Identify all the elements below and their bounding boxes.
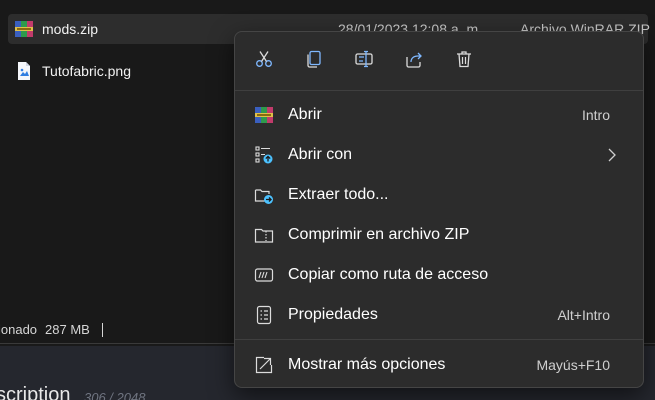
menu-item-abrir-con[interactable]: Abrir con — [240, 137, 638, 173]
menu-item-label: Abrir — [288, 106, 322, 123]
image-file-icon — [14, 61, 34, 81]
rename-icon — [354, 49, 374, 74]
status-size: 287 MB — [45, 322, 90, 337]
rename-button[interactable] — [349, 46, 379, 76]
menu-item-comprimir-zip[interactable]: Comprimir en archivo ZIP — [240, 217, 638, 253]
delete-icon — [454, 49, 474, 74]
chevron-right-icon — [606, 147, 618, 163]
menu-item-label: Mostrar más opciones — [288, 356, 446, 373]
zip-folder-icon — [254, 225, 274, 245]
description-label: scription — [0, 384, 71, 400]
copy-button[interactable] — [299, 46, 329, 76]
copy-path-icon — [254, 265, 274, 285]
quick-actions-bar — [235, 32, 643, 88]
extract-folder-icon — [254, 185, 274, 205]
file-row-tutofabric[interactable]: Tutofabric.png — [8, 56, 131, 86]
menu-item-label: Copiar como ruta de acceso — [288, 266, 489, 283]
menu-item-shortcut: Intro — [581, 107, 610, 123]
menu-item-shortcut: Alt+Intro — [557, 307, 610, 323]
menu-item-extraer-todo[interactable]: Extraer todo... — [240, 177, 638, 213]
copy-icon — [304, 49, 324, 74]
file-name: mods.zip — [42, 21, 99, 37]
share-icon — [404, 49, 424, 74]
more-options-icon — [254, 355, 274, 375]
menu-divider — [235, 339, 643, 340]
cut-icon — [254, 49, 274, 74]
desktop-screen: mods.zip 28/01/2023 12:08 a. m. Archivo … — [0, 0, 655, 400]
menu-item-label: Abrir con — [288, 146, 353, 163]
winrar-icon — [254, 105, 274, 125]
share-button[interactable] — [399, 46, 429, 76]
status-separator — [101, 322, 103, 337]
menu-item-label: Extraer todo... — [288, 186, 389, 203]
menu-item-shortcut: Mayús+F10 — [536, 357, 610, 373]
cut-button[interactable] — [249, 46, 279, 76]
menu-item-label: Comprimir en archivo ZIP — [288, 226, 470, 243]
delete-button[interactable] — [449, 46, 479, 76]
winrar-archive-icon — [14, 19, 34, 39]
menu-item-label: Propiedades — [288, 306, 378, 323]
properties-icon — [254, 305, 274, 325]
context-menu: Abrir Intro Abrir con Extraer todo... Co… — [234, 31, 644, 388]
character-counter: 306 / 2048 — [84, 390, 146, 400]
menu-item-copiar-ruta[interactable]: Copiar como ruta de acceso — [240, 257, 638, 293]
open-with-icon — [254, 145, 274, 165]
file-name: Tutofabric.png — [42, 63, 131, 79]
menu-item-mas-opciones[interactable]: Mostrar más opciones Mayús+F10 — [240, 347, 638, 383]
menu-item-abrir[interactable]: Abrir Intro — [240, 97, 638, 133]
menu-item-propiedades[interactable]: Propiedades Alt+Intro — [240, 297, 638, 333]
menu-divider — [235, 90, 643, 91]
status-selected-text: ionado — [0, 322, 38, 337]
